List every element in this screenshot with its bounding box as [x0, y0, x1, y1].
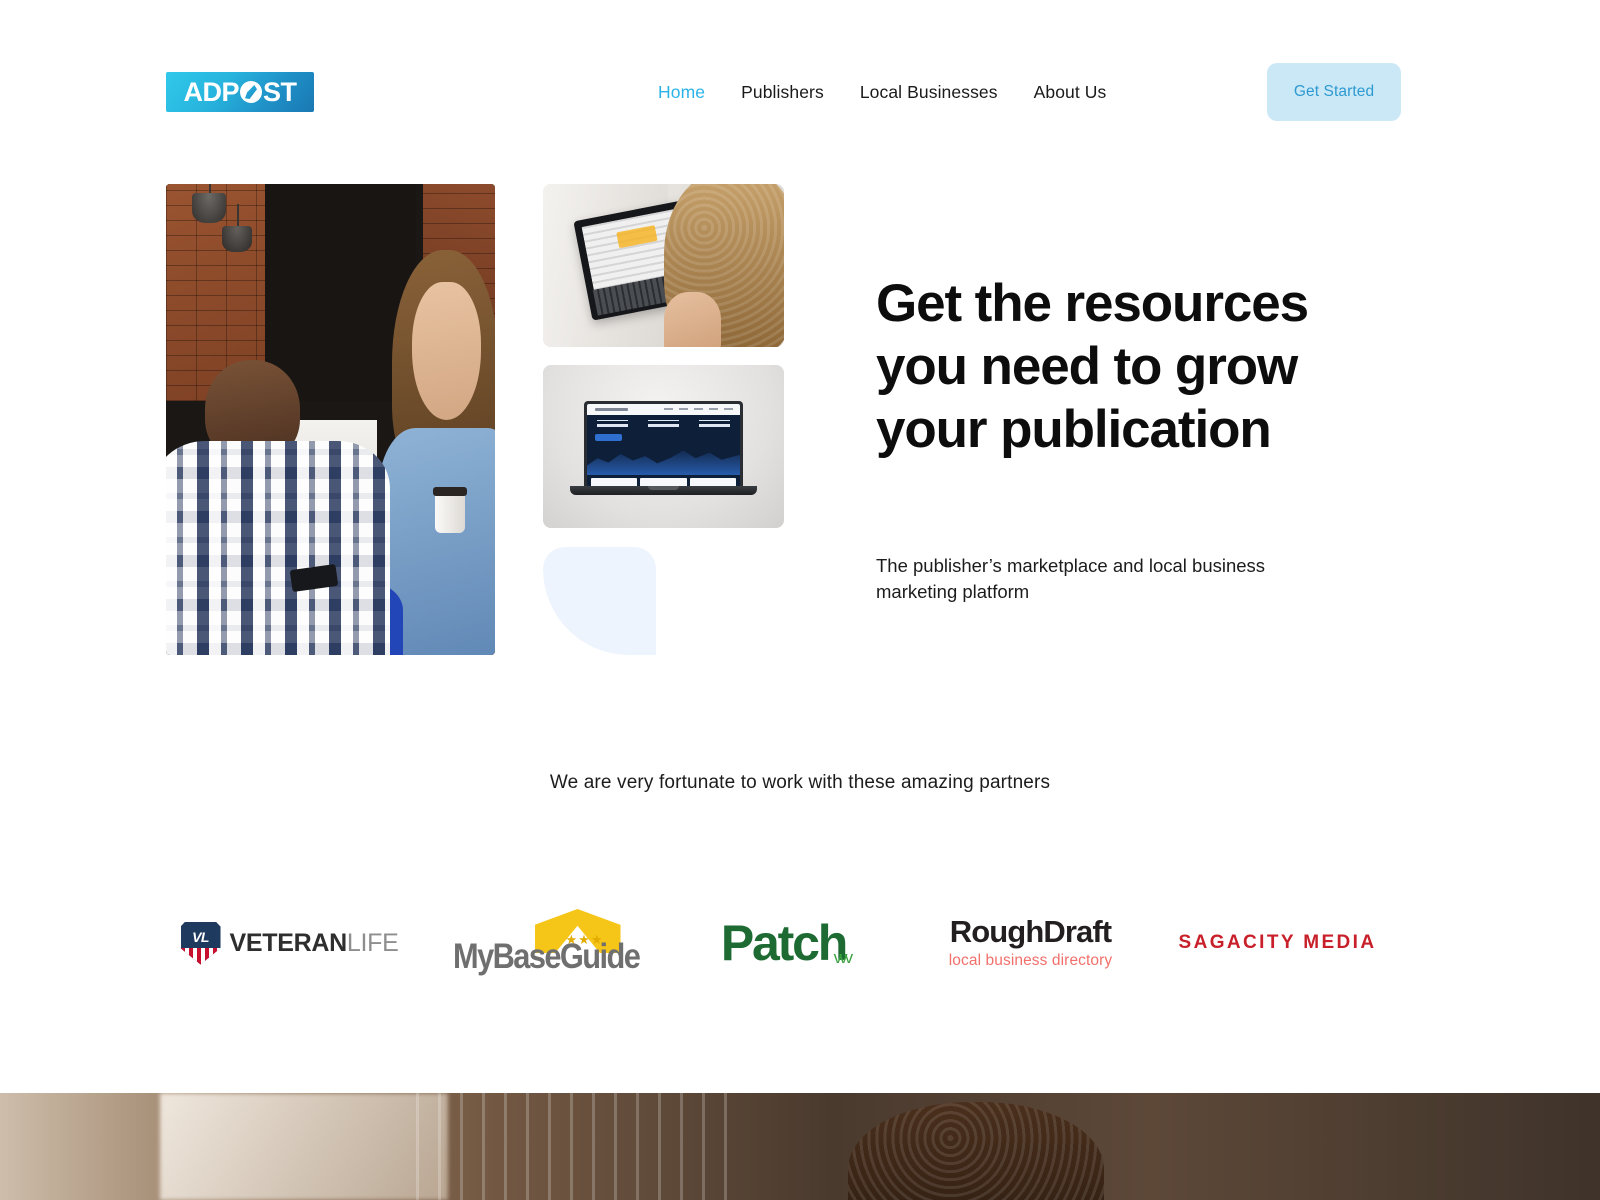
grass-icon: ᴠᴠᴠ: [833, 948, 853, 967]
veteranlife-monogram: VL: [192, 928, 209, 945]
veteranlife-wordmark: VETERANLIFE: [230, 929, 399, 958]
team-office-photo: [166, 184, 495, 655]
shield-icon: VL: [180, 921, 221, 965]
roughdraft-tagline: local business directory: [948, 952, 1113, 970]
patch-wordmark: Patch: [720, 915, 848, 971]
roughdraft-wordmark: RoughDraft: [949, 913, 1112, 949]
hero-copy: Get the resources you need to grow your …: [876, 272, 1376, 604]
partner-logo-mybaseguide[interactable]: ★★★ MyBaseGuide: [413, 888, 660, 998]
laptop-dashboard-photo: [543, 365, 784, 528]
hero-title: Get the resources you need to grow your …: [876, 274, 1309, 460]
decorative-blob: [543, 547, 656, 655]
partners-heading: We are very fortunate to work with these…: [549, 772, 1051, 793]
veteranlife-text-light: LIFE: [346, 928, 399, 957]
sagacity-wordmark: SAGACITY MEDIA: [1178, 932, 1377, 953]
next-section-photo: [0, 1093, 1600, 1200]
partner-logo-sagacity-media[interactable]: SAGACITY MEDIA: [1154, 888, 1401, 998]
mybaseguide-wordmark: MyBaseGuide: [452, 937, 641, 976]
page-root: ADP ST Home Publishers Local Businesses A…: [0, 0, 1600, 1200]
hero-subtitle: The publisher’s marketplace and local bu…: [876, 555, 1266, 602]
partner-logo-veteranlife[interactable]: VL VETERANLIFE: [166, 888, 413, 998]
partner-logo-roughdraft[interactable]: RoughDraft local business directory: [907, 888, 1154, 998]
partner-logo-row: VL VETERANLIFE ★★★ MyBaseGuide Patch ᴠᴠᴠ: [166, 888, 1401, 998]
veteranlife-text-bold: VETERAN: [229, 928, 348, 957]
partners-section: We are very fortunate to work with these…: [0, 740, 1600, 1093]
hero-section: Get the resources you need to grow your …: [0, 0, 1600, 740]
partner-logo-patch[interactable]: Patch ᴠᴠᴠ: [660, 888, 907, 998]
woman-laptop-photo: [543, 184, 784, 347]
